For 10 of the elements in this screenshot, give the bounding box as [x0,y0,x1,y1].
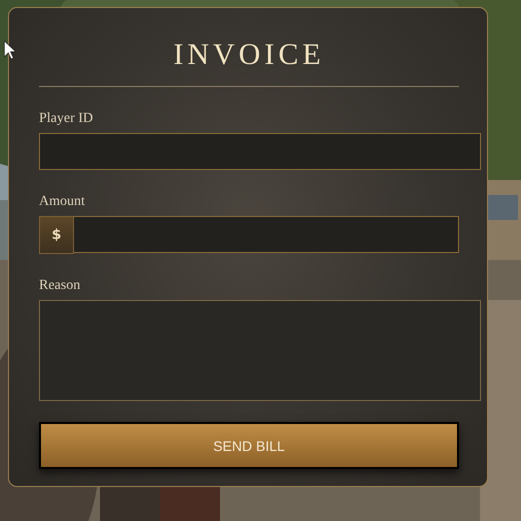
field-label: Amount [39,194,85,210]
panel-title: INVOICE [172,38,326,72]
player-id-field[interactable] [39,133,481,170]
reason-field[interactable] [39,300,481,401]
currency-prefix: $ [39,216,74,254]
send-bill-button[interactable]: SEND BILL [39,422,459,469]
cursor-icon [4,41,16,59]
field-label: Reason [39,278,80,294]
amount-field[interactable] [74,216,459,253]
field-label: Player ID [39,111,94,127]
